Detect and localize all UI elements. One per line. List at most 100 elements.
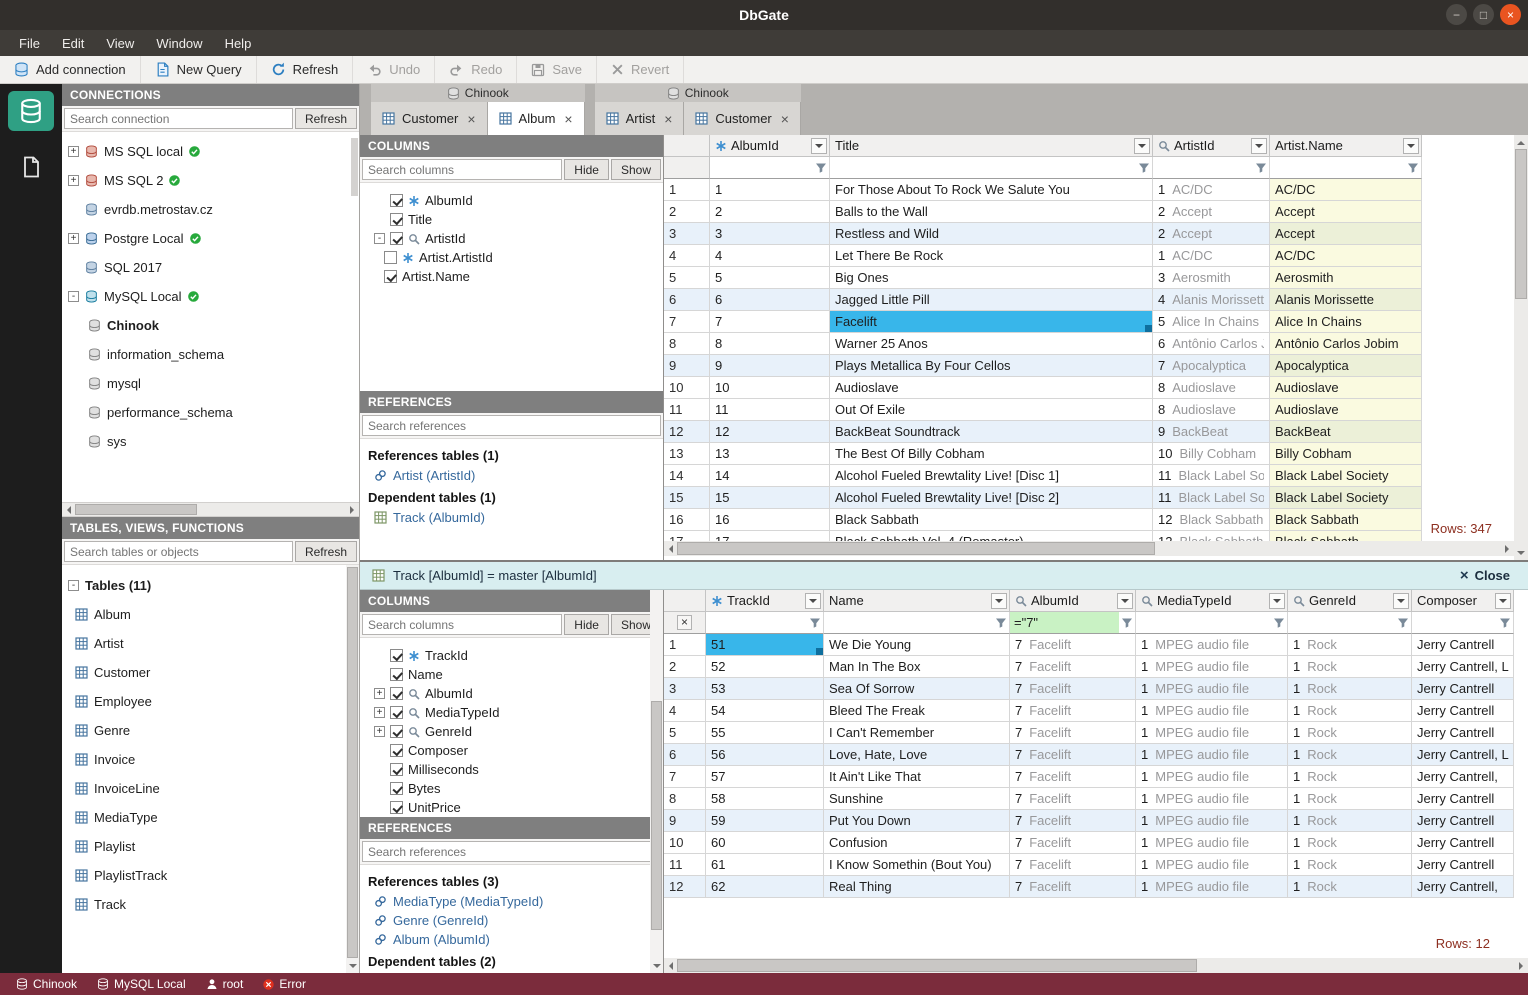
track-filter-genreid[interactable] [1288,612,1412,634]
data-cell[interactable]: Balls to the Wall [830,201,1153,223]
table-item-customer[interactable]: Customer [62,658,359,687]
hide-columns-button[interactable]: Hide [564,614,609,635]
data-cell[interactable]: 3 [710,223,830,245]
data-cell[interactable]: 11Black Label Society [1153,465,1270,487]
data-cell[interactable]: Black Sabbath [1270,509,1422,531]
connection-item-sys[interactable]: sys [62,427,359,456]
toolbar-new-query-button[interactable]: New Query [141,56,257,83]
filter-funnel-icon[interactable] [1136,157,1152,178]
data-cell[interactable]: 8 Audioslave [1153,377,1270,399]
column-menu-icon[interactable] [1251,137,1267,154]
scroll-right-icon[interactable] [346,503,359,516]
connections-refresh-button[interactable]: Refresh [294,108,357,129]
scrollbar-thumb[interactable] [677,542,1155,555]
data-cell[interactable]: Accept [1270,201,1422,223]
column-menu-icon[interactable] [1117,592,1133,609]
track-filter-composer[interactable] [1412,612,1514,634]
row-number[interactable]: 15 [664,487,710,509]
search-connection-input[interactable] [64,108,293,129]
search-tables-input[interactable] [64,541,293,562]
column-menu-icon[interactable] [1403,137,1419,154]
data-cell[interactable]: Facelift [830,311,1153,333]
data-cell[interactable]: 56 [706,744,824,766]
track-column-header-albumid[interactable]: AlbumId [1010,590,1136,612]
data-cell[interactable]: 7 Facelift [1010,634,1136,656]
data-cell[interactable]: Aerosmith [1270,267,1422,289]
album-column-header-artist-name[interactable]: Artist.Name [1270,135,1422,157]
data-cell[interactable]: 1 [710,179,830,201]
column-checkbox[interactable] [390,725,403,738]
connection-item-ms-sql-local[interactable]: + MS SQL local [62,137,359,166]
filter-funnel-icon[interactable] [1497,612,1513,633]
data-cell[interactable]: 10 Billy Cobham [1153,443,1270,465]
tables-group[interactable]: - Tables (11) [62,571,359,600]
row-number[interactable]: 5 [664,722,706,744]
row-number[interactable]: 11 [664,399,710,421]
data-cell[interactable]: 1 MPEG audio file [1136,832,1288,854]
data-cell[interactable]: 7 Apocalyptica [1153,355,1270,377]
album-column-item-albumid[interactable]: AlbumId [360,191,663,210]
tab-close-icon[interactable]: × [564,111,572,127]
data-cell[interactable]: 1 MPEG audio file [1136,766,1288,788]
column-checkbox[interactable] [390,763,403,776]
data-cell[interactable]: 53 [706,678,824,700]
data-cell[interactable]: Antônio Carlos Jobim [1270,333,1422,355]
data-cell[interactable]: Jerry Cantrell, L [1412,656,1514,678]
data-cell[interactable]: 8 [710,333,830,355]
maximize-button[interactable]: □ [1473,4,1494,25]
column-menu-icon[interactable] [811,137,827,154]
data-cell[interactable]: Sea Of Sorrow [824,678,1010,700]
expand-icon[interactable]: + [68,146,79,157]
row-number[interactable]: 8 [664,333,710,355]
tab-close-icon[interactable]: × [467,111,475,127]
data-cell[interactable]: Sunshine [824,788,1010,810]
filter-funnel-icon[interactable] [1271,612,1287,633]
row-number[interactable]: 4 [664,700,706,722]
connection-item-postgre-local[interactable]: + Postgre Local [62,224,359,253]
data-cell[interactable]: Confusion [824,832,1010,854]
data-cell[interactable]: AC/DC [1270,179,1422,201]
data-cell[interactable]: Plays Metallica By Four Cellos [830,355,1153,377]
scroll-left-icon[interactable] [62,503,75,516]
row-number[interactable]: 10 [664,377,710,399]
status-chinook[interactable]: Chinook [6,977,87,991]
data-cell[interactable]: We Die Young [824,634,1010,656]
toolbar-undo-button[interactable]: Undo [353,56,436,83]
connection-item-mysql[interactable]: mysql [62,369,359,398]
data-cell[interactable]: Black Label Society [1270,487,1422,509]
column-menu-icon[interactable] [991,592,1007,609]
connection-item-information-schema[interactable]: information_schema [62,340,359,369]
row-number[interactable]: 6 [664,744,706,766]
table-item-genre[interactable]: Genre [62,716,359,745]
column-checkbox[interactable] [390,744,403,757]
data-cell[interactable]: 5 [710,267,830,289]
scroll-right-icon[interactable] [1501,542,1514,555]
data-cell[interactable]: 13 [710,443,830,465]
filter-funnel-icon[interactable] [807,612,823,633]
data-cell[interactable]: 1 Rock [1288,810,1412,832]
track-ref-link-genre-genreid-[interactable]: Genre (GenreId) [360,911,663,930]
track-column-header-composer[interactable]: Composer [1412,590,1514,612]
data-cell[interactable]: 15 [710,487,830,509]
row-number[interactable]: 7 [664,311,710,333]
collapse-icon[interactable]: - [374,233,385,244]
scroll-down-icon[interactable] [1514,546,1528,560]
data-cell[interactable]: BackBeat Soundtrack [830,421,1153,443]
data-cell[interactable]: Accept [1270,223,1422,245]
data-cell[interactable]: 1 Rock [1288,832,1412,854]
data-cell[interactable]: Black Sabbath Vol. 4 (Remaster) [830,531,1153,541]
scrollbar-thumb[interactable] [651,701,662,931]
toolbar-redo-button[interactable]: Redo [435,56,518,83]
data-cell[interactable]: 1 MPEG audio file [1136,656,1288,678]
album-ref-link-track-albumid-[interactable]: Track (AlbumId) [360,508,663,527]
data-cell[interactable]: 12Black Sabbath [1153,531,1270,541]
data-cell[interactable]: 58 [706,788,824,810]
row-number[interactable]: 14 [664,465,710,487]
row-number[interactable]: 12 [664,421,710,443]
selection-handle-icon[interactable] [1145,325,1152,332]
connections-hscrollbar[interactable] [62,502,359,517]
data-cell[interactable]: Alanis Morissette [1270,289,1422,311]
connection-item-ms-sql-2[interactable]: + MS SQL 2 [62,166,359,195]
filter-funnel-icon[interactable] [1119,612,1135,633]
connection-item-chinook[interactable]: Chinook [62,311,359,340]
